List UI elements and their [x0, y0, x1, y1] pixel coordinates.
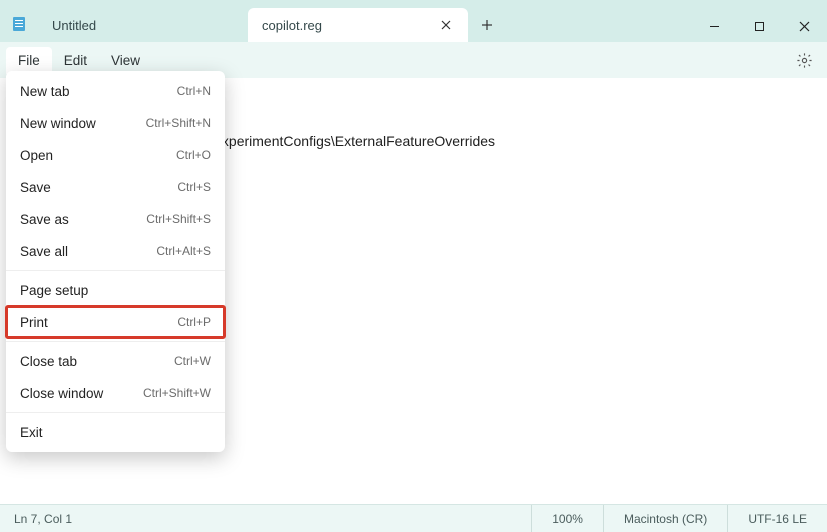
- tab-copilot-reg[interactable]: copilot.reg: [248, 8, 468, 42]
- menu-item-exit[interactable]: Exit: [6, 416, 225, 448]
- menu-item-save-all[interactable]: Save all Ctrl+Alt+S: [6, 235, 225, 267]
- tab-untitled[interactable]: Untitled: [38, 8, 248, 42]
- menu-item-shortcut: Ctrl+W: [174, 354, 211, 368]
- tab-label: Untitled: [52, 18, 96, 33]
- menu-view[interactable]: View: [99, 47, 152, 74]
- menu-item-label: Close window: [20, 386, 103, 401]
- menu-item-close-window[interactable]: Close window Ctrl+Shift+W: [6, 377, 225, 409]
- menu-item-label: Page setup: [20, 283, 88, 298]
- menu-item-save-as[interactable]: Save as Ctrl+Shift+S: [6, 203, 225, 235]
- cursor-position: Ln 7, Col 1: [0, 512, 86, 526]
- menu-item-page-setup[interactable]: Page setup: [6, 274, 225, 306]
- menu-item-label: New tab: [20, 84, 70, 99]
- menu-item-shortcut: Ctrl+N: [177, 84, 211, 98]
- menu-item-new-window[interactable]: New window Ctrl+Shift+N: [6, 107, 225, 139]
- menu-item-label: Open: [20, 148, 53, 163]
- menu-item-print[interactable]: Print Ctrl+P: [6, 306, 225, 338]
- menu-item-save[interactable]: Save Ctrl+S: [6, 171, 225, 203]
- menu-item-label: New window: [20, 116, 96, 131]
- settings-button[interactable]: [789, 45, 819, 75]
- menu-item-shortcut: Ctrl+S: [177, 180, 211, 194]
- menu-item-shortcut: Ctrl+Shift+S: [146, 212, 211, 226]
- menu-item-label: Exit: [20, 425, 43, 440]
- menu-edit[interactable]: Edit: [52, 47, 99, 74]
- menu-file[interactable]: File: [6, 47, 52, 74]
- window-controls: [692, 10, 827, 42]
- minimize-button[interactable]: [692, 10, 737, 42]
- close-tab-icon[interactable]: [438, 17, 454, 33]
- menu-item-label: Print: [20, 315, 48, 330]
- menu-item-close-tab[interactable]: Close tab Ctrl+W: [6, 345, 225, 377]
- maximize-button[interactable]: [737, 10, 782, 42]
- add-tab-button[interactable]: [472, 10, 502, 40]
- menu-item-open[interactable]: Open Ctrl+O: [6, 139, 225, 171]
- menu-item-shortcut: Ctrl+Shift+W: [143, 386, 211, 400]
- title-bar: Untitled copilot.reg: [0, 0, 827, 42]
- menu-item-label: Close tab: [20, 354, 77, 369]
- notepad-icon: [0, 16, 38, 42]
- menu-item-shortcut: Ctrl+P: [177, 315, 211, 329]
- menu-item-label: Save all: [20, 244, 68, 259]
- zoom-level[interactable]: 100%: [531, 505, 603, 532]
- close-window-button[interactable]: [782, 10, 827, 42]
- line-ending[interactable]: Macintosh (CR): [603, 505, 727, 532]
- menu-item-new-tab[interactable]: New tab Ctrl+N: [6, 75, 225, 107]
- status-bar: Ln 7, Col 1 100% Macintosh (CR) UTF-16 L…: [0, 504, 827, 532]
- menu-item-label: Save as: [20, 212, 69, 227]
- file-menu-dropdown: New tab Ctrl+N New window Ctrl+Shift+N Open C…: [6, 71, 225, 452]
- menu-item-label: Save: [20, 180, 51, 195]
- menu-item-shortcut: Ctrl+Shift+N: [146, 116, 211, 130]
- menu-item-shortcut: Ctrl+Alt+S: [156, 244, 211, 258]
- menu-item-shortcut: Ctrl+O: [176, 148, 211, 162]
- encoding[interactable]: UTF-16 LE: [727, 505, 827, 532]
- tab-label: copilot.reg: [262, 18, 322, 33]
